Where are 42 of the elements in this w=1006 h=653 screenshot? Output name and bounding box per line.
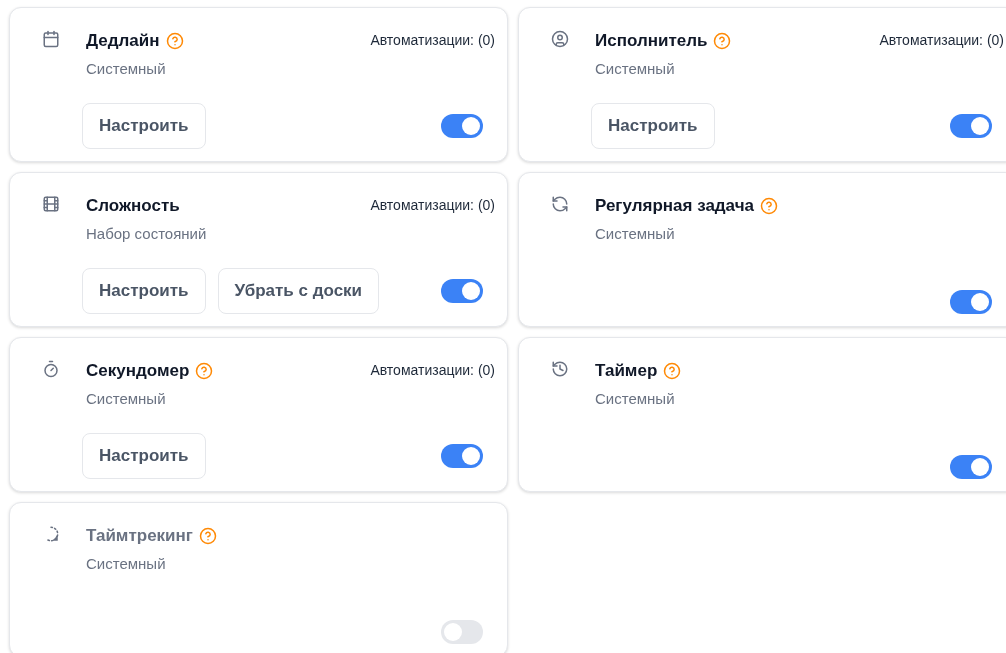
help-icon[interactable] [195,361,214,380]
refresh-icon [551,195,569,213]
toggle-switch[interactable] [950,455,992,479]
help-icon[interactable] [165,31,184,50]
card-subtitle: Системный [595,223,676,244]
card-title: Таймтрекинг [86,525,193,547]
user-icon [551,30,569,48]
card-subtitle: Набор состояний [86,223,208,244]
calendar-icon [42,30,60,48]
card-title: Дедлайн [86,30,160,52]
card-button[interactable]: Настроить [82,103,206,149]
automations-count: Автоматизации: (0) [370,31,495,50]
help-icon[interactable] [663,361,682,380]
card-title: Исполнитель [595,30,708,52]
card-button[interactable]: Настроить [82,433,206,479]
toggle-switch[interactable] [441,620,483,644]
card-subtitle: Системный [595,58,676,79]
card-subtitle: Системный [86,553,167,574]
toggle-switch[interactable] [441,114,483,138]
card-button[interactable]: Настроить [591,103,715,149]
toggle-switch[interactable] [950,114,992,138]
card-title: Сложность [86,195,180,217]
card-subtitle: Системный [86,58,167,79]
automations-count: Автоматизации: (0) [879,31,1004,50]
card-title: Секундомер [86,360,190,382]
film-icon [42,195,60,213]
card-title: Регулярная задача [595,195,754,217]
help-icon[interactable] [198,526,217,545]
card-button[interactable]: Убрать с доски [217,268,380,314]
help-icon[interactable] [713,31,732,50]
help-icon[interactable] [760,196,778,215]
automations-count: Автоматизации: (0) [370,361,495,380]
toggle-switch[interactable] [441,444,483,468]
automations-count: Автоматизации: (0) [370,196,495,215]
card-subtitle: Системный [595,388,676,409]
card-subtitle: Системный [86,388,167,409]
toggle-switch[interactable] [441,279,483,303]
history-icon [551,360,569,378]
card-title: Таймер [595,360,658,382]
stopwatch-icon [42,360,60,378]
toggle-switch[interactable] [950,290,992,314]
card-button[interactable]: Настроить [82,268,206,314]
